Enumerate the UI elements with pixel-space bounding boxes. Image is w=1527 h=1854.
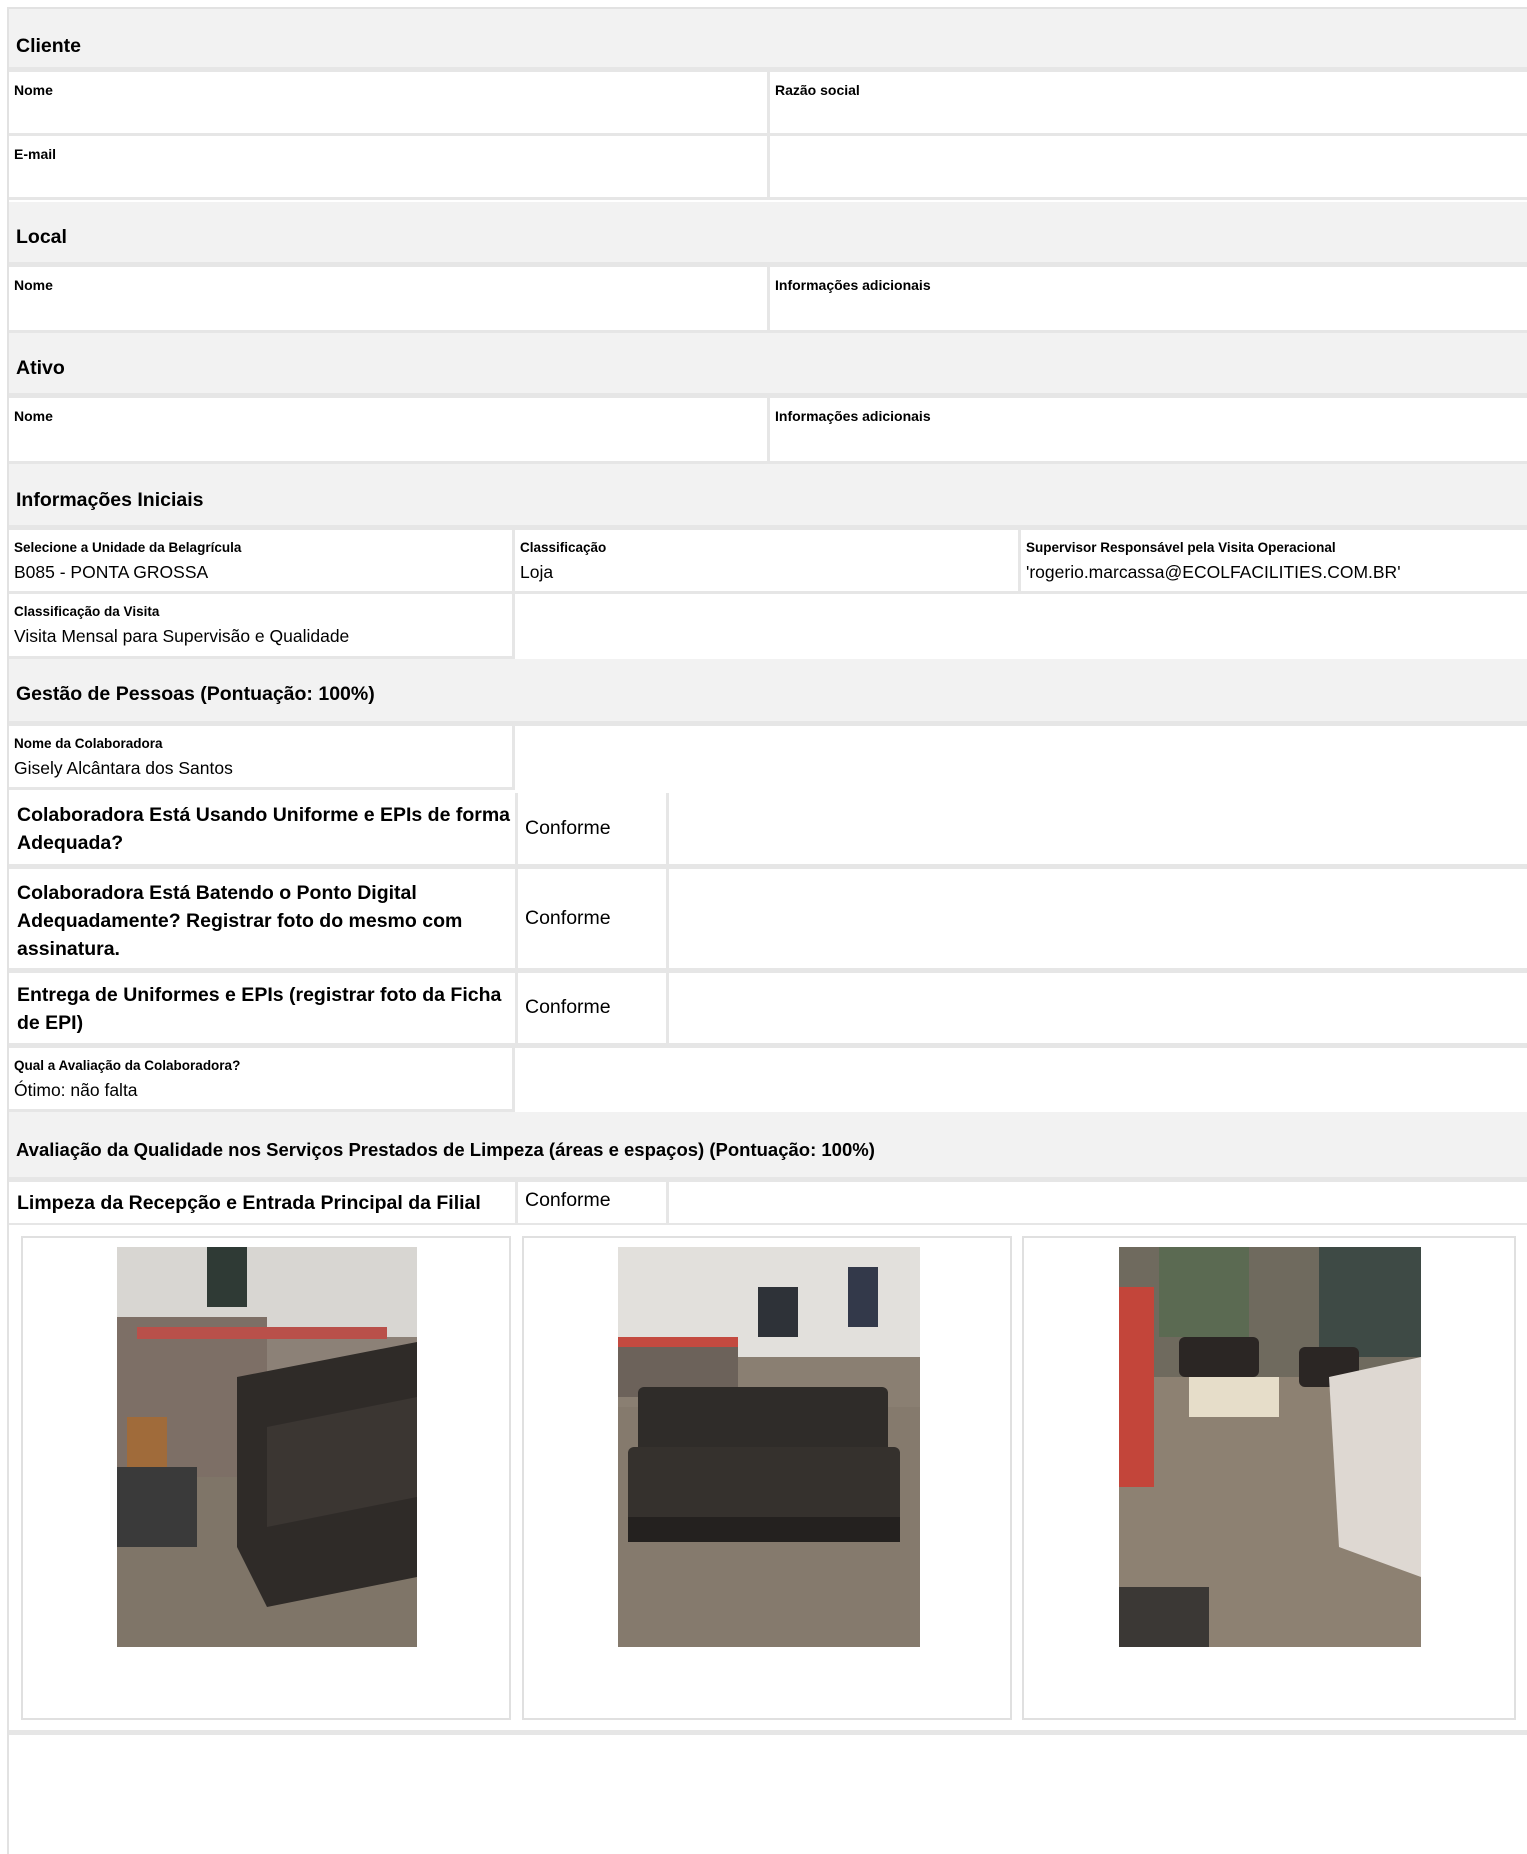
- section-informacoes-iniciais: Informações Iniciais: [9, 464, 1527, 530]
- question-text: Colaboradora Está Usando Uniforme e EPIs…: [17, 804, 511, 854]
- field-label: Qual a Avaliação da Colaboradora?: [14, 1058, 241, 1073]
- field-unidade: Selecione a Unidade da Belagrícula B085 …: [9, 530, 515, 594]
- divider: [666, 1182, 669, 1223]
- field-cliente-email: E-mail: [9, 136, 770, 200]
- divider: [9, 1730, 1527, 1735]
- section-cliente: Cliente: [9, 9, 1527, 72]
- reception-sofa-front-photo: [618, 1247, 920, 1647]
- field-label: Nome da Colaboradora: [14, 736, 163, 751]
- field-ativo-info: Informações adicionais: [770, 398, 1527, 464]
- field-value: 'rogerio.marcassa@ECOLFACILITIES.COM.BR': [1026, 562, 1401, 582]
- answer-value: Conforme: [525, 996, 611, 1018]
- report-page: Cliente Nome Razão social E-mail Local N…: [7, 7, 1527, 1854]
- field-classificacao: Classificação Loja: [515, 530, 1021, 594]
- field-avaliacao-colaboradora: Qual a Avaliação da Colaboradora? Ótimo:…: [9, 1048, 515, 1112]
- field-label: Classificação da Visita: [14, 604, 160, 619]
- field-cliente-nome: Nome: [9, 72, 770, 136]
- section-title: Avaliação da Qualidade nos Serviços Pres…: [16, 1139, 875, 1160]
- field-colaboradora: Nome da Colaboradora Gisely Alcântara do…: [9, 726, 515, 790]
- field-local-nome: Nome: [9, 267, 770, 333]
- section-title: Local: [16, 226, 67, 248]
- field-value: B085 - PONTA GROSSA: [14, 562, 209, 582]
- field-label: Razão social: [775, 82, 860, 98]
- field-label: Nome: [14, 277, 53, 293]
- section-title: Cliente: [16, 35, 82, 57]
- section-local: Local: [9, 202, 1527, 267]
- divider: [515, 973, 518, 1043]
- field-label: E-mail: [14, 146, 57, 162]
- section-limpeza: Avaliação da Qualidade nos Serviços Pres…: [9, 1112, 1527, 1182]
- field-supervisor: Supervisor Responsável pela Visita Opera…: [1021, 530, 1527, 594]
- answer-value: Conforme: [525, 1189, 611, 1211]
- field-label: Informações adicionais: [775, 277, 931, 293]
- photo-frame-2[interactable]: [522, 1236, 1012, 1720]
- section-title: Ativo: [16, 357, 65, 379]
- question-row-ponto-digital: Colaboradora Está Batendo o Ponto Digita…: [9, 869, 1527, 973]
- empty-cell: [770, 136, 1527, 200]
- divider: [515, 1182, 518, 1223]
- answer-value: Conforme: [525, 907, 611, 929]
- entrance-hall-photo: [1119, 1247, 1421, 1647]
- field-label: Nome: [14, 408, 53, 424]
- answer-value: Conforme: [525, 817, 611, 839]
- field-value: Visita Mensal para Supervisão e Qualidad…: [14, 626, 350, 646]
- divider: [666, 869, 669, 968]
- question-text: Limpeza da Recepção e Entrada Principal …: [17, 1192, 481, 1214]
- field-classificacao-visita: Classificação da Visita Visita Mensal pa…: [9, 594, 515, 659]
- question-text: Colaboradora Está Batendo o Ponto Digita…: [17, 882, 463, 960]
- field-label: Selecione a Unidade da Belagrícula: [14, 540, 242, 555]
- field-local-info: Informações adicionais: [770, 267, 1527, 333]
- divider: [515, 869, 518, 968]
- photo-frame-1[interactable]: [21, 1236, 511, 1720]
- section-gestao-pessoas: Gestão de Pessoas (Pontuação: 100%): [9, 659, 1527, 726]
- field-cliente-razao-social: Razão social: [770, 72, 1527, 136]
- field-value: Gisely Alcântara dos Santos: [14, 758, 233, 778]
- field-label: Nome: [14, 82, 53, 98]
- question-row-limpeza-recepcao: Limpeza da Recepção e Entrada Principal …: [9, 1182, 1527, 1225]
- field-ativo-nome: Nome: [9, 398, 770, 464]
- divider: [666, 973, 669, 1043]
- question-row-uniforme: Colaboradora Está Usando Uniforme e EPIs…: [9, 793, 1527, 869]
- photo-frame-3[interactable]: [1022, 1236, 1516, 1720]
- section-title: Informações Iniciais: [16, 489, 204, 511]
- divider: [666, 793, 669, 864]
- field-label: Informações adicionais: [775, 408, 931, 424]
- question-text: Entrega de Uniformes e EPIs (registrar f…: [17, 984, 502, 1034]
- field-value: Ótimo: não falta: [14, 1080, 138, 1100]
- section-title: Gestão de Pessoas (Pontuação: 100%): [16, 683, 375, 705]
- field-value: Loja: [520, 562, 554, 582]
- section-ativo: Ativo: [9, 333, 1527, 398]
- field-label: Classificação: [520, 540, 607, 555]
- reception-sofa-photo: [117, 1247, 417, 1647]
- divider: [515, 793, 518, 864]
- field-label: Supervisor Responsável pela Visita Opera…: [1026, 540, 1336, 555]
- question-row-entrega-uniformes: Entrega de Uniformes e EPIs (registrar f…: [9, 973, 1527, 1048]
